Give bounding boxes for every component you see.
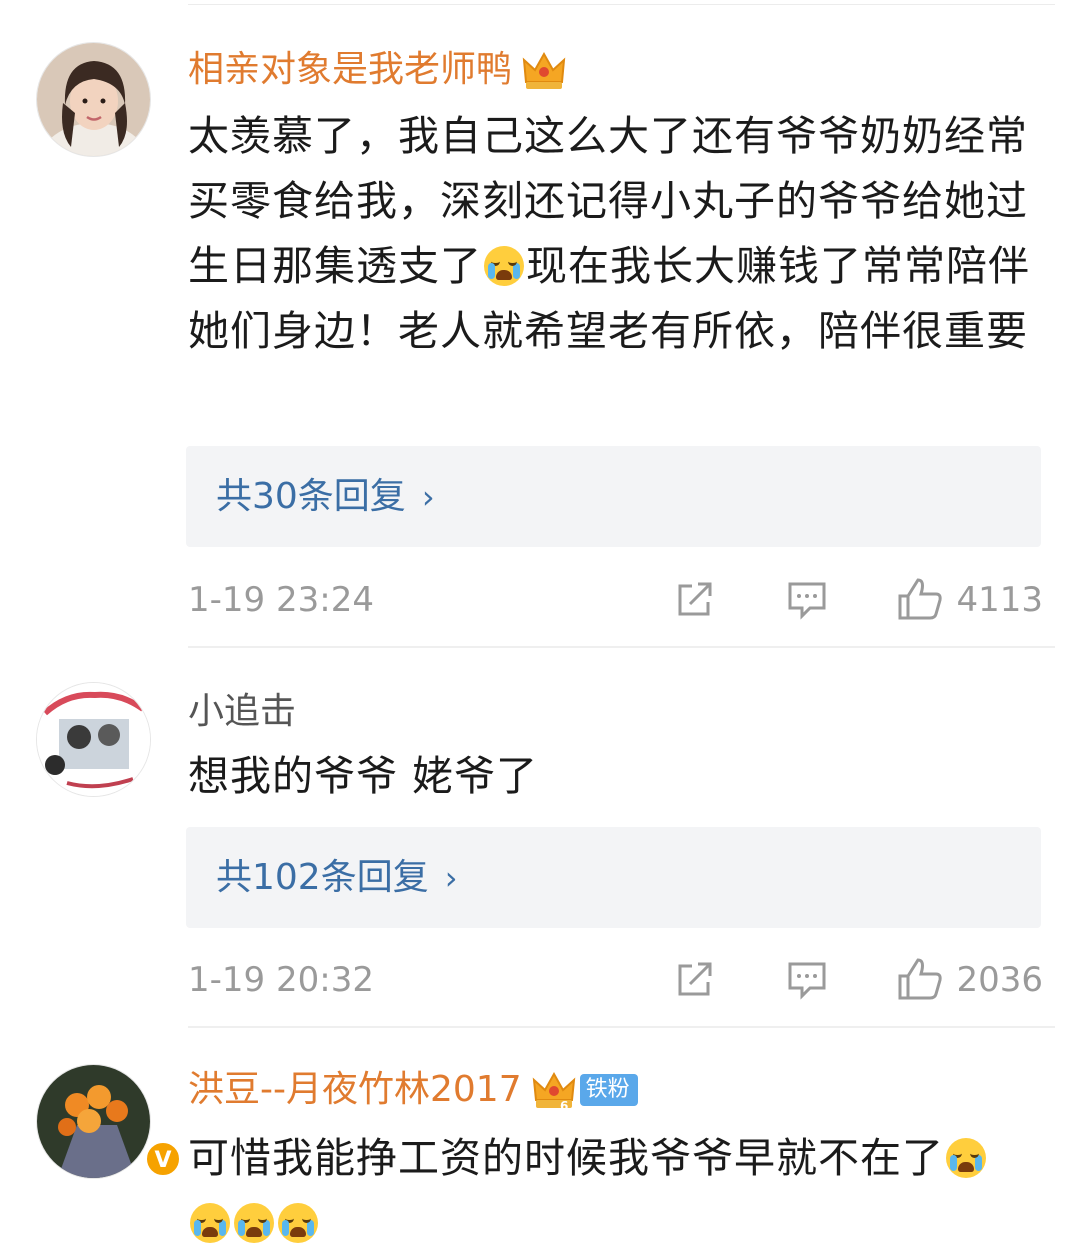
- crown-icon: 6: [532, 1071, 575, 1112]
- crying-laughing-emoji-icon: [484, 246, 524, 286]
- comment-text: 可惜我能挣工资的时候我爷爷早就不在了: [188, 1126, 1041, 1256]
- timestamp: 1-19 23:24: [188, 580, 374, 620]
- like-count: 2036: [956, 960, 1043, 1000]
- like-count: 4113: [956, 580, 1043, 620]
- verified-badge-icon: V: [144, 1140, 182, 1178]
- replies-link[interactable]: 共102条回复 ›: [186, 827, 1041, 928]
- username[interactable]: 相亲对象是我老师鸭: [188, 48, 568, 92]
- avatar[interactable]: [36, 682, 151, 797]
- chevron-right-icon: ›: [444, 859, 458, 897]
- crying-emoji-icon: [190, 1203, 230, 1243]
- top-divider: [188, 4, 1055, 5]
- divider: [188, 1026, 1055, 1028]
- crying-emoji-icon: [234, 1203, 274, 1243]
- like-icon[interactable]: [896, 956, 944, 1002]
- like-icon[interactable]: [896, 576, 944, 622]
- avatar[interactable]: V: [36, 1064, 182, 1179]
- crown-icon: [522, 51, 566, 89]
- crown-level: 6: [560, 1099, 568, 1112]
- crying-emoji-icon: [278, 1203, 318, 1243]
- avatar[interactable]: [36, 42, 151, 157]
- timestamp: 1-19 20:32: [188, 960, 374, 1000]
- replies-link[interactable]: 共30条回复 ›: [186, 446, 1041, 547]
- username-text[interactable]: 相亲对象是我老师鸭: [188, 48, 512, 92]
- username[interactable]: 洪豆--月夜竹林2017 6 铁粉: [188, 1068, 638, 1112]
- share-icon[interactable]: [674, 960, 716, 1000]
- comment-icon[interactable]: [786, 580, 828, 620]
- share-icon[interactable]: [674, 580, 716, 620]
- username-text[interactable]: 洪豆--月夜竹林2017: [188, 1068, 522, 1112]
- username[interactable]: 小追击: [188, 690, 296, 734]
- comment-icon[interactable]: [786, 960, 828, 1000]
- comment-text: 想我的爷爷 姥爷了: [188, 752, 539, 800]
- comment-meta: 1-19 23:24 4113: [188, 578, 1043, 622]
- fan-badge: 铁粉: [579, 1074, 638, 1106]
- divider: [188, 646, 1055, 648]
- comment-text: 太羡慕了，我自己这么大了还有爷爷奶奶经常买零食给我，深刻还记得小丸子的爷爷给她过…: [188, 112, 1030, 355]
- username-text[interactable]: 小追击: [188, 690, 296, 734]
- chevron-right-icon: ›: [421, 478, 435, 516]
- comment-meta: 1-19 20:32 2036: [188, 958, 1043, 1002]
- crying-emoji-icon: [946, 1138, 986, 1178]
